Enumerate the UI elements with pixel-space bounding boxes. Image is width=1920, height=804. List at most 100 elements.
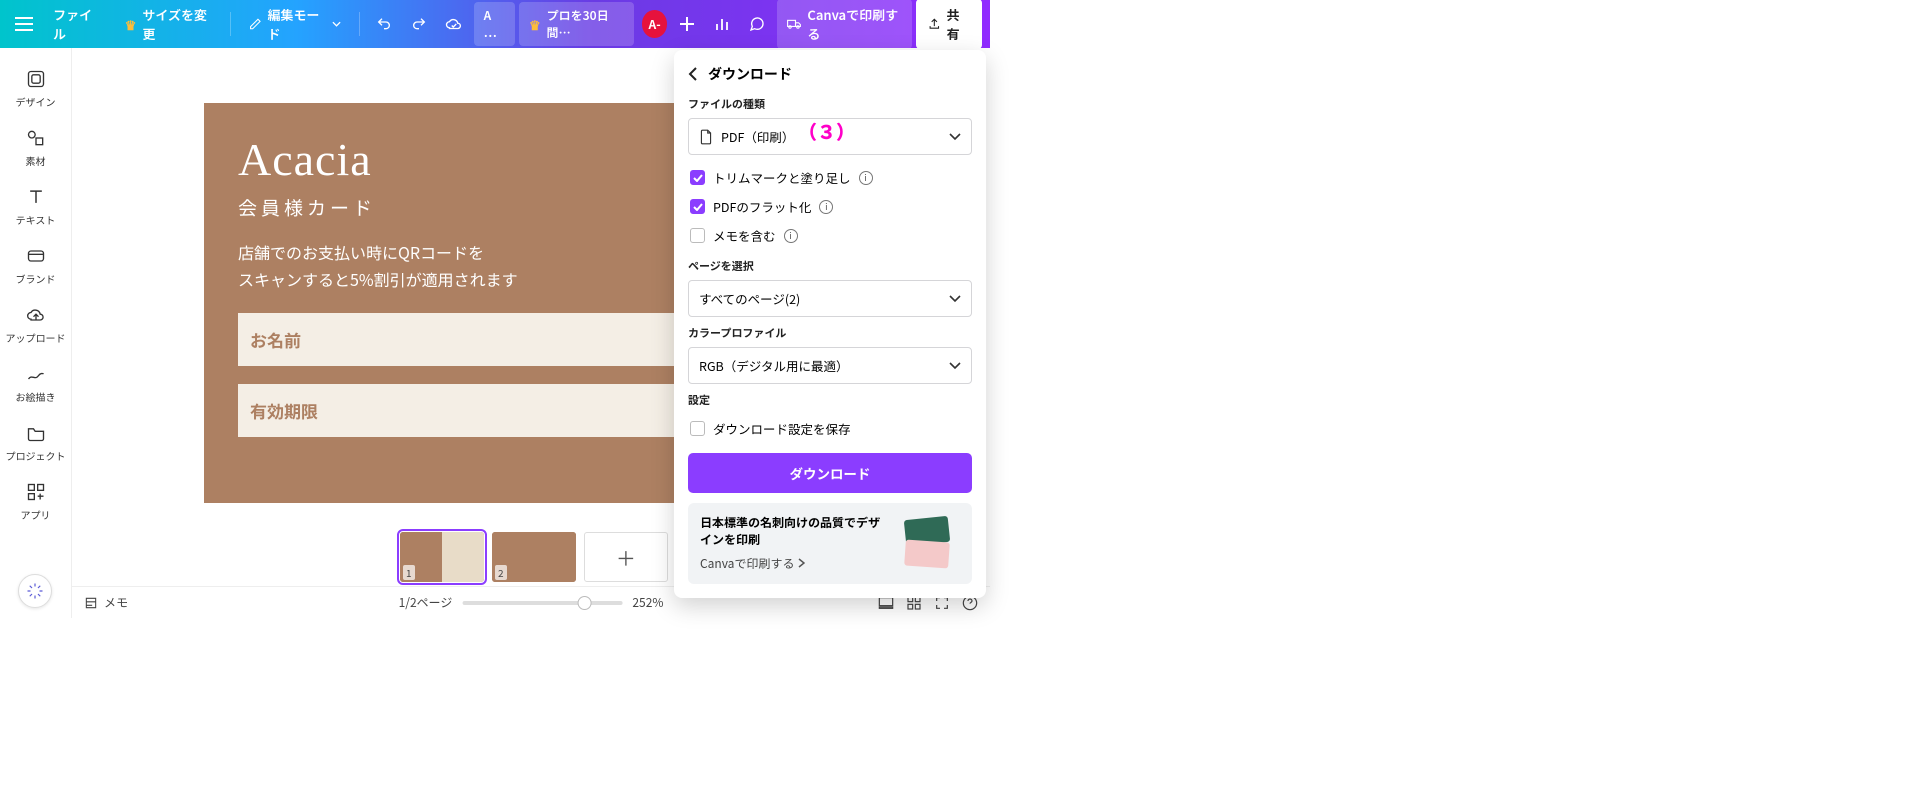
slider-knob[interactable] [578, 596, 592, 610]
info-icon[interactable]: i [819, 200, 833, 214]
thumbnail-view-button[interactable] [878, 596, 894, 610]
checkbox-label: トリムマークと塗り足し [713, 168, 851, 187]
document-icon [699, 129, 713, 145]
pages-select[interactable]: すべてのページ(2) [688, 280, 972, 317]
download-button[interactable]: ダウンロード [688, 453, 972, 493]
design-canvas-card[interactable]: Acacia 会員様カード 店舗でのお支払い時にQRコードをスキャンすると5%割… [204, 103, 734, 503]
hamburger-icon [15, 17, 33, 31]
sidebar-item-design[interactable]: デザイン [6, 60, 66, 117]
notes-icon [84, 596, 98, 610]
file-type-label: ファイルの種類 [688, 96, 972, 112]
pro-trial-label: プロを30日間… [547, 7, 624, 41]
chevron-down-icon [949, 133, 961, 141]
doc-title[interactable]: A … [474, 2, 515, 46]
notes-label: メモ [104, 594, 128, 611]
sidebar: デザイン 素材 テキスト ブランド アップロード お絵描き プロジェクト アプ [0, 48, 72, 618]
download-button-label: ダウンロード [790, 463, 871, 483]
edit-mode-button[interactable]: 編集モード [239, 0, 351, 49]
magic-button[interactable] [18, 574, 52, 608]
text-icon [25, 186, 47, 208]
add-collaborator-button[interactable] [671, 7, 702, 41]
sidebar-item-brand[interactable]: ブランド [6, 237, 66, 294]
comment-button[interactable] [742, 7, 773, 41]
info-icon[interactable]: i [784, 229, 798, 243]
checkbox-row-trim[interactable]: トリムマークと塗り足し i [688, 163, 972, 192]
checkbox-row-notes[interactable]: メモを含む i [688, 221, 972, 250]
redo-button[interactable] [403, 7, 434, 41]
sidebar-item-apps[interactable]: アプリ [6, 473, 66, 530]
file-label: ファイル [53, 5, 101, 43]
hamburger-menu[interactable] [8, 7, 39, 41]
info-icon[interactable]: i [859, 171, 873, 185]
print-promo: 日本標準の名刺向けの品質でデザインを印刷 Canvaで印刷する [688, 503, 972, 584]
print-canva-button[interactable]: Canvaで印刷する [777, 0, 912, 49]
promo-link-label: Canvaで印刷する [700, 555, 794, 572]
shapes-icon [25, 127, 47, 149]
insights-button[interactable] [707, 7, 738, 41]
pages-label: ページを選択 [688, 258, 972, 274]
sidebar-item-upload[interactable]: アップロード [6, 296, 66, 353]
chevron-left-icon [688, 67, 698, 81]
cloud-sync-button[interactable] [438, 7, 469, 41]
card-description: 店舗でのお支払い時にQRコードをスキャンすると5%割引が適用されます [238, 239, 700, 293]
card-field-expiry: 有効期限 [238, 384, 700, 437]
page-number: 2 [495, 565, 507, 580]
checkbox-row-flatten[interactable]: PDFのフラット化 i [688, 192, 972, 221]
pro-trial-button[interactable]: ♛ プロを30日間… [519, 2, 634, 46]
chevron-down-icon [332, 21, 341, 27]
file-menu[interactable]: ファイル [43, 0, 111, 49]
checkbox-label: メモを含む [713, 226, 776, 245]
checkbox-checked-icon [690, 199, 705, 214]
panel-back-button[interactable] [688, 67, 698, 81]
divider [359, 12, 360, 36]
undo-button[interactable] [368, 7, 399, 41]
resize-button[interactable]: ♛ サイズを変更 [115, 0, 222, 49]
avatar[interactable]: A- [642, 10, 668, 38]
crown-icon: ♛ [529, 15, 541, 34]
sidebar-item-draw[interactable]: お絵描き [6, 355, 66, 412]
sidebar-item-label: ブランド [16, 271, 56, 286]
color-profile-label: カラープロファイル [688, 325, 972, 341]
sidebar-item-label: お絵描き [16, 389, 56, 404]
divider [230, 12, 231, 36]
upload-icon [928, 17, 941, 31]
card-title: Acacia [238, 133, 700, 186]
undo-icon [376, 16, 392, 32]
sparkle-icon [26, 582, 44, 600]
thumbnail-icon [878, 596, 894, 610]
doc-title-text: A … [484, 7, 505, 41]
page-number: 1 [403, 565, 415, 580]
brand-icon [25, 245, 47, 267]
plus-icon: ＋ [616, 543, 636, 572]
sidebar-item-elements[interactable]: 素材 [6, 119, 66, 176]
checkbox-unchecked-icon [690, 421, 705, 436]
checkbox-label: PDFのフラット化 [713, 197, 811, 216]
page-thumbnail-2[interactable]: 2 [492, 532, 576, 582]
color-profile-select[interactable]: RGB（デジタル用に最適） [688, 347, 972, 384]
edit-mode-label: 編集モード [268, 5, 327, 43]
draw-icon [25, 363, 47, 385]
add-page-button[interactable]: ＋ [584, 532, 668, 582]
sidebar-item-text[interactable]: テキスト [6, 178, 66, 235]
promo-link[interactable]: Canvaで印刷する [700, 555, 884, 572]
resize-label: サイズを変更 [142, 5, 212, 43]
checkbox-unchecked-icon [690, 228, 705, 243]
pencil-icon [249, 17, 262, 31]
promo-image [894, 515, 960, 569]
avatar-initial: A- [649, 16, 661, 33]
truck-icon [787, 17, 802, 31]
sidebar-item-label: アプリ [21, 507, 51, 522]
folder-icon [25, 422, 47, 444]
sidebar-item-label: デザイン [16, 94, 56, 109]
bar-chart-icon [714, 16, 730, 32]
annotation-number-3: （３） [798, 118, 855, 145]
plus-icon [680, 17, 694, 31]
notes-button[interactable]: メモ [84, 594, 128, 611]
zoom-slider[interactable] [462, 601, 622, 605]
checkbox-row-save-settings[interactable]: ダウンロード設定を保存 [688, 414, 972, 443]
share-button[interactable]: 共有 [916, 0, 982, 49]
sidebar-item-projects[interactable]: プロジェクト [6, 414, 66, 471]
page-thumbnail-1[interactable]: 1 [400, 532, 484, 582]
card-subtitle: 会員様カード [238, 194, 700, 221]
sidebar-item-label: プロジェクト [6, 448, 66, 463]
